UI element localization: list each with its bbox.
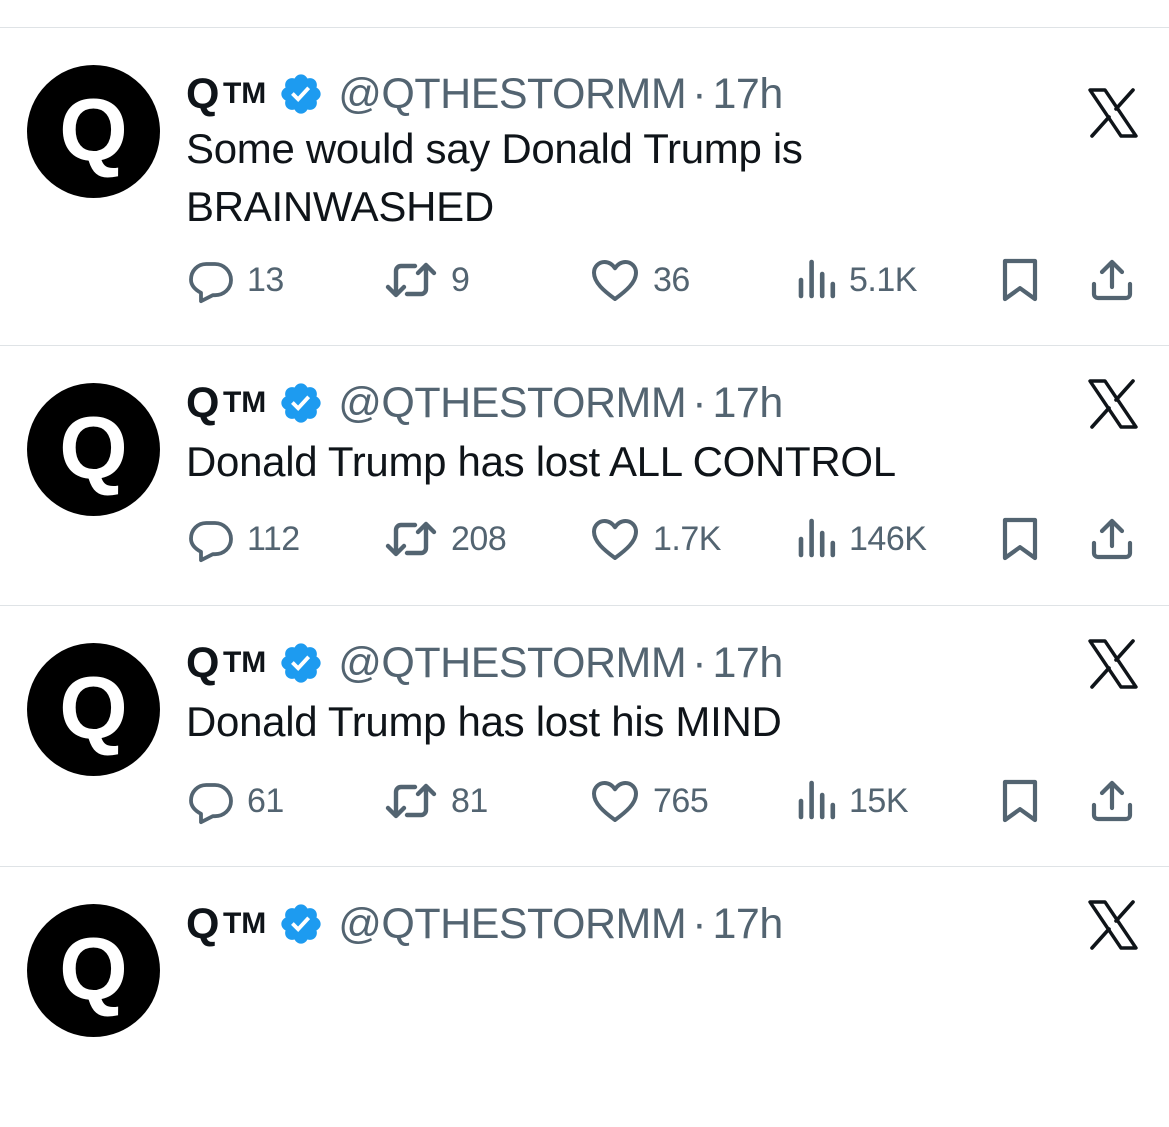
reply-bubble-icon [189,262,233,304]
user-handle[interactable]: @QTHESTORMM [338,900,686,949]
like-count: 765 [653,781,709,820]
svg-text:Q: Q [59,398,127,497]
view-count: 5.1K [849,260,917,299]
trademark-mark: TM [222,907,267,940]
tweet-text: Donald Trump has lost his MIND [186,698,782,745]
heart-icon [592,260,638,301]
like-button[interactable]: 1.7K [589,509,721,569]
separator-dot: · [692,378,707,427]
x-grok-icon[interactable] [1087,379,1139,429]
tweet-2[interactable]: Q Q TM @QTHESTORMM · 17h Donald Trump ha… [0,346,1169,606]
repost-arrows-icon [385,783,437,819]
avatar[interactable]: Q [27,643,160,776]
author-row: Q TM @QTHESTORMM · 17h [186,64,783,124]
user-handle[interactable]: @QTHESTORMM [338,70,686,119]
view-count: 146K [849,519,927,558]
repost-count: 81 [451,781,488,820]
reply-button[interactable]: 61 [187,771,284,831]
views-button[interactable]: 15K [797,771,909,831]
action-bar: 13 9 36 5.1K [0,250,1169,310]
author-row: Q TM @QTHESTORMM · 17h [186,894,783,954]
repost-count: 9 [451,260,470,299]
bookmark-icon[interactable] [999,258,1041,302]
verified-badge-icon [281,643,321,683]
verified-badge-icon [281,74,321,114]
views-bar-chart-icon [798,518,836,558]
reply-button[interactable]: 112 [187,509,300,569]
tweet-text: Donald Trump has lost ALL CONTROL [186,438,896,485]
repost-button[interactable]: 9 [383,250,470,310]
x-grok-icon[interactable] [1087,639,1139,689]
separator-dot: · [692,638,707,687]
svg-text:Q: Q [59,658,127,757]
separator-dot: · [692,899,707,948]
share-upload-icon[interactable] [1088,256,1136,304]
avatar[interactable]: Q [27,65,160,198]
display-name[interactable]: Q [186,639,219,688]
svg-text:Q: Q [59,80,127,179]
share-upload-icon[interactable] [1088,777,1136,825]
avatar[interactable]: Q [27,383,160,516]
reply-count: 13 [247,260,284,299]
user-handle[interactable]: @QTHESTORMM [338,639,686,688]
like-button[interactable]: 765 [589,771,709,831]
trademark-mark: TM [222,386,267,419]
action-bar: 112 208 1.7K 146K [0,509,1169,569]
bookmark-icon[interactable] [999,517,1041,561]
share-upload-icon[interactable] [1088,515,1136,563]
repost-count: 208 [451,519,507,558]
tweet-4[interactable]: Q Q TM @QTHESTORMM · 17h [0,867,1169,1127]
timestamp[interactable]: 17h [713,70,784,119]
timestamp[interactable]: 17h [713,900,784,949]
verified-badge-icon [281,904,321,944]
tweet-text: Some would say Donald Trump is BRAINWASH… [186,125,803,230]
avatar[interactable]: Q [27,904,160,1037]
views-bar-chart-icon [798,259,836,299]
view-count: 15K [849,781,909,820]
like-count: 1.7K [653,519,721,558]
verified-badge-icon [281,383,321,423]
repost-button[interactable]: 208 [383,509,507,569]
trademark-mark: TM [222,77,267,110]
svg-text:Q: Q [59,919,127,1018]
display-name[interactable]: Q [186,379,219,428]
action-bar: 61 81 765 15K [0,771,1169,831]
display-name[interactable]: Q [186,70,219,119]
x-grok-icon[interactable] [1087,88,1139,138]
reply-bubble-icon [189,521,233,563]
author-row: Q TM @QTHESTORMM · 17h [186,633,783,693]
trademark-mark: TM [222,646,267,679]
bookmark-icon[interactable] [999,779,1041,823]
reply-bubble-icon [189,783,233,825]
separator-dot: · [692,69,707,118]
reply-count: 61 [247,781,284,820]
reply-count: 112 [247,519,300,558]
user-handle[interactable]: @QTHESTORMM [338,379,686,428]
timestamp[interactable]: 17h [713,639,784,688]
reply-button[interactable]: 13 [187,250,284,310]
timestamp[interactable]: 17h [713,379,784,428]
display-name[interactable]: Q [186,900,219,949]
author-row: Q TM @QTHESTORMM · 17h [186,373,783,433]
repost-button[interactable]: 81 [383,771,488,831]
like-count: 36 [653,260,690,299]
views-bar-chart-icon [798,780,836,820]
views-button[interactable]: 146K [797,509,927,569]
repost-arrows-icon [385,521,437,557]
x-grok-icon[interactable] [1087,900,1139,950]
views-button[interactable]: 5.1K [797,250,917,310]
tweet-1[interactable]: Q Q TM @QTHESTORMM · 17h Some would say … [0,28,1169,304]
heart-icon [592,781,638,822]
tweet-3[interactable]: Q Q TM @QTHESTORMM · 17h Donald Trump ha… [0,606,1169,866]
heart-icon [592,519,638,560]
like-button[interactable]: 36 [589,250,690,310]
repost-arrows-icon [385,262,437,298]
